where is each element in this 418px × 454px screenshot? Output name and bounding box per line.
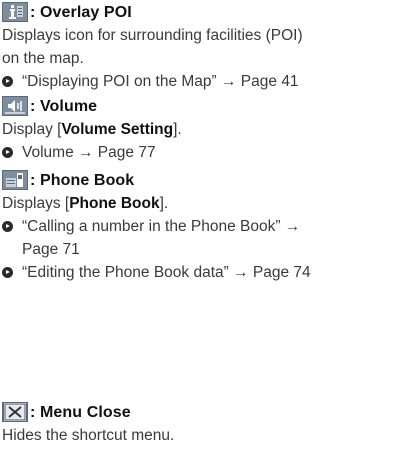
bullet-arrow-icon: [2, 147, 13, 158]
bullet-arrow-icon: [2, 221, 13, 232]
menu-close-title: : Menu Close: [30, 403, 131, 421]
phone-book-ref1-continuation: Page 71: [22, 241, 80, 258]
bullet-arrow-icon: [2, 76, 13, 87]
phone-book-desc: Displays [Phone Book].: [2, 192, 418, 215]
overlay-poi-heading: : Overlay POI: [2, 0, 418, 24]
volume-reference: Volume → Page 77: [2, 141, 418, 164]
overlay-poi-reference: “Displaying POI on the Map” → Page 41: [2, 70, 418, 93]
overlay-poi-title: : Overlay POI: [30, 3, 132, 21]
volume-desc-prefix: Display [: [2, 121, 62, 138]
volume-section: : Volume Display [Volume Setting]. Volum…: [2, 94, 418, 164]
volume-desc-bold: Volume Setting: [61, 121, 174, 138]
menu-close-icon: [2, 402, 28, 422]
phone-book-reference-2: “Editing the Phone Book data” → Page 74: [2, 261, 418, 284]
overlay-poi-desc-line2: on the map.: [2, 50, 84, 67]
volume-title: : Volume: [30, 97, 98, 115]
phone-book-heading: : Phone Book: [2, 168, 418, 192]
phone-book-desc-bold: Phone Book: [69, 195, 160, 212]
phone-book-desc-prefix: Displays [: [2, 195, 70, 212]
volume-heading: : Volume: [2, 94, 418, 118]
volume-icon: [2, 96, 28, 116]
phone-book-section: : Phone Book Displays [Phone Book]. “Cal…: [2, 168, 418, 284]
phone-book-title: : Phone Book: [30, 171, 135, 189]
phone-book-ref1-text: “Calling a number in the Phone Book” →: [22, 218, 301, 235]
manual-page: : Overlay POI Displays icon for surround…: [0, 0, 418, 454]
overlay-poi-ref-text: “Displaying POI on the Map” → Page 41: [22, 73, 299, 90]
volume-desc-suffix: ].: [173, 121, 182, 138]
menu-close-desc: Hides the shortcut menu.: [2, 427, 175, 444]
phone-book-ref2-text: “Editing the Phone Book data” → Page 74: [22, 264, 311, 281]
menu-close-heading: : Menu Close: [2, 400, 418, 424]
volume-desc: Display [Volume Setting].: [2, 118, 418, 141]
phone-book-icon: [2, 170, 28, 190]
overlay-poi-desc-line1: Displays icon for surrounding facilities…: [2, 27, 303, 44]
phone-book-desc-suffix: ].: [159, 195, 169, 212]
menu-close-section: : Menu Close Hides the shortcut menu.: [2, 400, 418, 447]
overlay-poi-section: : Overlay POI Displays icon for surround…: [2, 0, 418, 93]
info-poi-icon: [2, 2, 28, 22]
bullet-arrow-icon: [2, 267, 13, 278]
volume-ref-text: Volume → Page 77: [22, 144, 156, 161]
phone-book-reference-1: “Calling a number in the Phone Book” →: [2, 215, 418, 238]
